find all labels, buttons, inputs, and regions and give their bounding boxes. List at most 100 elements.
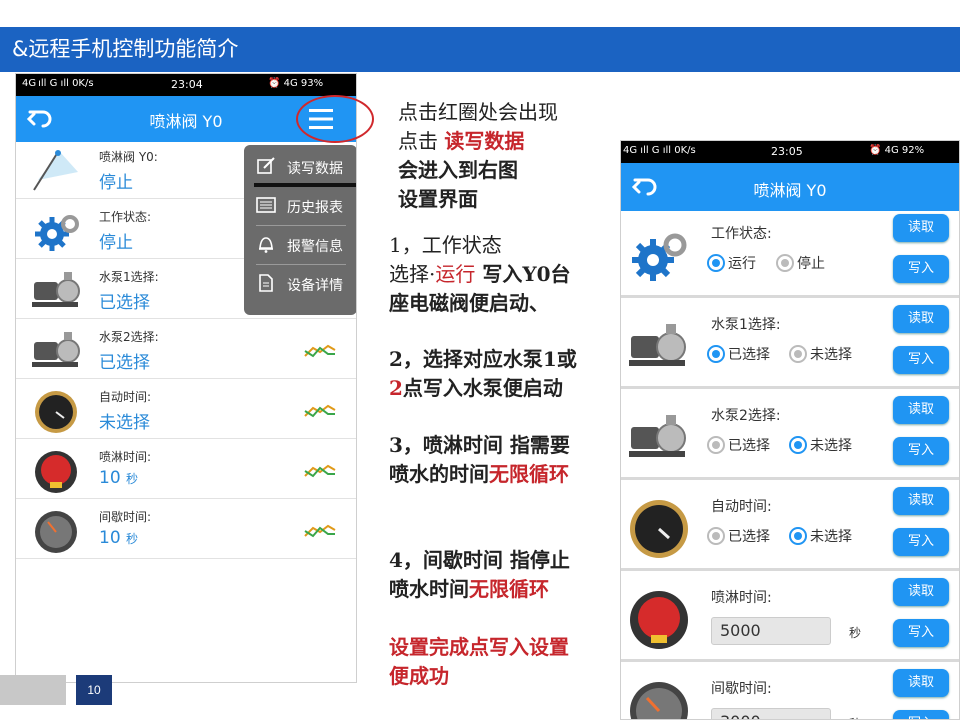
instruction-text: 点写入水泵便启动 [402, 376, 563, 400]
write-button[interactable]: 写入 [893, 528, 949, 556]
radio-stop[interactable]: 停止 [776, 253, 825, 273]
speedometer-icon [630, 682, 688, 719]
read-button[interactable]: 读取 [893, 305, 949, 333]
radio-unselected-icon [789, 345, 807, 363]
setting-card-spray-time: 喷淋时间: 5000 秒 读取 写入 [621, 575, 959, 662]
row-label: 水泵1选择: [99, 270, 159, 284]
instruction-line: 选择·运行 写入Y0台 [389, 260, 571, 289]
instruction-line: 会进入到右图 [398, 158, 518, 182]
radio-unselected-option[interactable]: 未选择 [789, 435, 852, 455]
list-icon [256, 197, 276, 213]
radio-label: 未选择 [810, 347, 852, 363]
list-item[interactable]: 水泵2选择: 已选择 [16, 322, 356, 379]
radio-label: 运行 [728, 256, 756, 272]
radio-selected-option[interactable]: 已选择 [707, 435, 770, 455]
menu-item-label: 设备详情 [287, 278, 343, 294]
radio-selected-option[interactable]: 已选择 [707, 344, 770, 364]
read-button[interactable]: 读取 [893, 396, 949, 424]
list-item[interactable]: 喷淋时间: 10 秒 [16, 442, 356, 499]
write-button[interactable]: 写入 [893, 346, 949, 374]
row-label: 喷淋阀 Y0: [99, 150, 158, 164]
radio-selected-option[interactable]: 已选择 [707, 526, 770, 546]
dropdown-menu: 读写数据 历史报表 报警信息 设备详情 [244, 145, 356, 315]
write-button[interactable]: 写入 [893, 437, 949, 465]
pump-icon [32, 272, 80, 307]
card-label: 自动时间: [711, 499, 772, 515]
instruction-line: 设置界面 [398, 187, 478, 211]
trend-chart-icon[interactable] [304, 402, 336, 420]
slide-title: &远程手机控制功能简介 [0, 27, 960, 72]
battery-status: ⏰ 4G 92% [869, 145, 925, 156]
instruction-block-5: 4，间歇时间 指停止 喷水时间无限循环 [389, 546, 570, 604]
list-item[interactable]: 自动时间: 未选择 [16, 382, 356, 439]
pump-icon [629, 324, 686, 366]
list-item[interactable]: 间歇时间: 10 秒 [16, 502, 356, 559]
radio-selected-icon [707, 254, 725, 272]
row-value: 未选择 [99, 413, 150, 433]
trend-chart-icon[interactable] [304, 342, 336, 360]
radio-label: 未选择 [810, 529, 852, 545]
instruction-line: 2点写入水泵便启动 [389, 374, 577, 403]
radio-selected-icon [789, 436, 807, 454]
radio-run[interactable]: 运行 [707, 253, 756, 273]
menu-item-label: 报警信息 [287, 239, 343, 255]
instruction-block-6: 设置完成点写入设置 便成功 [389, 633, 569, 691]
radio-unselected-option[interactable]: 未选择 [789, 344, 852, 364]
instruction-line: 便成功 [389, 664, 449, 688]
instruction-highlight: 无限循环 [469, 577, 549, 601]
row-label: 工作状态: [99, 210, 152, 224]
card-label: 喷淋时间: [711, 590, 772, 606]
clock: 23:05 [771, 145, 803, 158]
row-value: 已选择 [99, 353, 150, 373]
menu-item-read-write[interactable]: 读写数据 [244, 147, 356, 186]
trend-chart-icon[interactable] [304, 522, 336, 540]
instruction-block-2: 1，工作状态 选择·运行 写入Y0台 座电磁阀便启动、 [389, 231, 571, 318]
page-number: 10 [76, 675, 112, 705]
instruction-text: 选择· [389, 262, 436, 286]
read-button[interactable]: 读取 [893, 487, 949, 515]
footer-bar [0, 675, 66, 705]
instruction-line: 喷水的时间无限循环 [389, 460, 570, 489]
setting-card-auto-time: 自动时间: 已选择 未选择 读取 写入 [621, 484, 959, 571]
read-button[interactable]: 读取 [893, 214, 949, 242]
status-bar: 4G ıll G ıll 0K/s 23:04 ⏰ 4G 93% [16, 74, 356, 96]
row-unit: 秒 [126, 472, 139, 486]
read-button[interactable]: 读取 [893, 669, 949, 697]
instruction-highlight: 运行 [435, 262, 476, 286]
instruction-highlight: 2 [389, 376, 403, 400]
radio-unselected-icon [776, 254, 794, 272]
row-value: 10 秒 [99, 528, 138, 548]
instruction-block-3: 2，选择对应水泵1或 2点写入水泵便启动 [389, 345, 577, 403]
radio-unselected-option[interactable]: 未选择 [789, 526, 852, 546]
trend-chart-icon[interactable] [304, 462, 336, 480]
radio-unselected-icon [707, 527, 725, 545]
instruction-text: 喷水时间 [389, 577, 469, 601]
menu-item-alarm[interactable]: 报警信息 [244, 225, 356, 264]
pump-icon [32, 332, 80, 367]
speedometer-icon [35, 511, 77, 553]
radio-label: 已选择 [728, 529, 770, 545]
instruction-block-1: 点击红圈处会出现 点击 读写数据 会进入到右图 设置界面 [398, 98, 558, 214]
row-value: 已选择 [99, 293, 150, 313]
row-label: 喷淋时间: [99, 450, 152, 464]
gauge-icon [35, 391, 77, 433]
instruction-text: 写入Y0台 [475, 262, 571, 286]
setting-card-pump2: 水泵2选择: 已选择 未选择 读取 写入 [621, 393, 959, 480]
radio-unselected-icon [707, 436, 725, 454]
menu-item-history[interactable]: 历史报表 [244, 186, 356, 225]
write-button[interactable]: 写入 [893, 710, 949, 719]
radio-label: 已选择 [728, 347, 770, 363]
read-button[interactable]: 读取 [893, 578, 949, 606]
instruction-line: 1，工作状态 [389, 233, 502, 257]
write-button[interactable]: 写入 [893, 255, 949, 283]
pump-icon [629, 415, 686, 457]
instruction-line: 设置完成点写入设置 [389, 635, 569, 659]
write-button[interactable]: 写入 [893, 619, 949, 647]
setting-card-work-status: 工作状态: 运行 停止 读取 写入 [621, 211, 959, 298]
menu-item-device-details[interactable]: 设备详情 [244, 264, 356, 303]
interval-time-input[interactable]: 3000 [711, 708, 831, 719]
radio-selected-icon [707, 345, 725, 363]
spray-time-input[interactable]: 5000 [711, 617, 831, 645]
document-icon [259, 274, 273, 292]
instruction-line: 点击红圈处会出现 [398, 100, 558, 124]
